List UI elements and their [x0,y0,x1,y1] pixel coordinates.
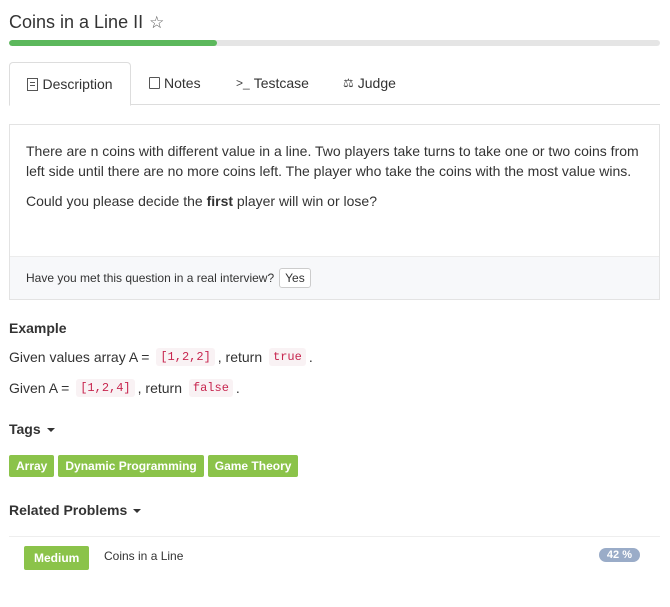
tab-bar: Description Notes >_ Testcase ⚖ Judge [9,62,660,106]
tab-notes[interactable]: Notes [149,62,201,103]
note-icon [149,76,160,89]
page-title: Coins in a Line II [9,11,144,32]
example-line-1: Given values array A = [1,2,2], return t… [9,348,313,366]
tag-array[interactable]: Array [9,455,55,477]
tab-testcase[interactable]: >_ Testcase [236,62,309,103]
tab-judge[interactable]: ⚖ Judge [343,62,396,103]
tab-testcase-label: Testcase [253,74,309,91]
progress-fill [9,40,218,46]
caret-down-icon [46,428,55,433]
tag-list: Array Dynamic Programming Game Theory [9,455,299,477]
tab-judge-label: Judge [357,74,396,91]
related-toggle[interactable]: Related Problems [9,502,142,518]
description-paragraph: There are n coins with different value i… [26,143,639,179]
divider [9,536,660,537]
tags-toggle[interactable]: Tags [9,421,55,437]
tag-game-theory[interactable]: Game Theory [207,455,299,477]
caret-down-icon [133,509,142,514]
related-problem-row: Medium Coins in a Line 42 % [24,546,640,570]
example-title: Example [9,320,67,336]
example-code-array: [1,2,4] [76,379,135,397]
acceptance-rate-badge: 42 % [598,548,640,562]
tags-title: Tags [9,421,41,437]
tag-dynamic-programming[interactable]: Dynamic Programming [58,455,204,477]
related-problem-link[interactable]: Coins in a Line [104,549,183,563]
document-icon [27,77,39,91]
example-code-array: [1,2,2] [156,348,215,366]
star-outline-icon[interactable]: ☆ [149,14,164,31]
example-code-result: true [269,348,306,366]
tab-description-label: Description [42,76,113,92]
terminal-icon: >_ [236,75,250,90]
interview-question: Have you met this question in a real int… [26,271,275,285]
related-title: Related Problems [9,502,128,518]
description-question: Could you please decide the first player… [26,193,377,209]
tab-notes-label: Notes [164,74,201,91]
yes-button[interactable]: Yes [279,268,311,288]
tab-description[interactable]: Description [9,62,131,106]
interview-footer: Have you met this question in a real int… [10,256,659,299]
example-line-2: Given A = [1,2,4], return false. [9,379,240,397]
scale-icon: ⚖ [343,75,354,90]
difficulty-badge: Medium [24,546,90,570]
example-code-result: false [188,379,233,397]
progress-bar [9,40,660,46]
description-panel: There are n coins with different value i… [9,124,660,300]
title-row: Coins in a Line II ☆ [9,9,164,35]
